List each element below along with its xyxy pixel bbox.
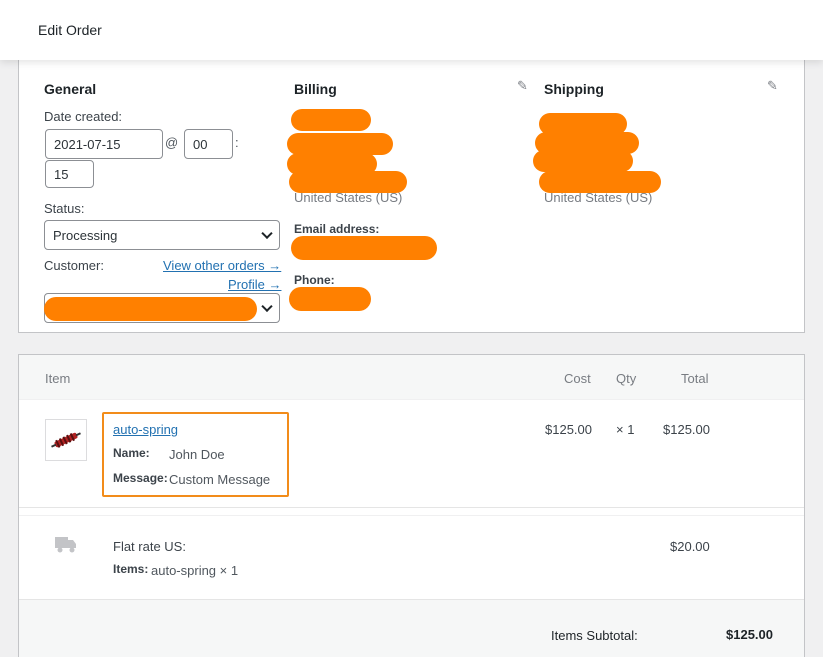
status-label: Status:: [44, 201, 85, 216]
row-divider: [19, 515, 804, 516]
redacted-shipping-city: [539, 171, 661, 193]
redacted-billing-city: [289, 171, 407, 193]
redacted-shipping-address: [533, 150, 633, 172]
order-items-panel: Item Cost Qty Total auto-spring Name: Jo…: [18, 354, 805, 657]
redacted-billing-name: [291, 109, 371, 131]
item-cost: $125.00: [545, 422, 592, 437]
redacted-customer: [44, 297, 257, 321]
items-table-header: Item Cost Qty Total: [19, 355, 804, 400]
shipping-method-name: Flat rate US:: [113, 539, 186, 554]
meta-value-name: John Doe: [169, 447, 225, 462]
status-value: Processing: [53, 227, 118, 243]
view-other-orders-link[interactable]: View other orders →: [163, 258, 281, 273]
hour-input[interactable]: 00: [184, 129, 233, 159]
pencil-icon[interactable]: ✎: [517, 78, 528, 94]
item-qty: × 1: [616, 422, 635, 437]
totals-section: Items Subtotal: $125.00: [19, 599, 804, 657]
top-bar: Edit Order: [0, 0, 823, 60]
chevron-down-icon: [261, 300, 273, 313]
time-colon: :: [235, 135, 239, 150]
minute-value: 15: [54, 166, 69, 182]
product-thumbnail: [45, 419, 87, 461]
status-select[interactable]: Processing: [44, 220, 280, 250]
hour-value: 00: [193, 136, 208, 152]
col-total: Total: [681, 371, 709, 386]
order-data-panel: General Date created: 2021-07-15 @ 00 : …: [18, 60, 805, 333]
billing-heading: Billing: [294, 81, 337, 97]
phone-label: Phone:: [294, 273, 335, 287]
customer-label: Customer:: [44, 258, 104, 273]
row-divider: [19, 507, 804, 508]
meta-value-message: Custom Message: [169, 472, 271, 487]
shipping-items-value: auto-spring × 1: [151, 563, 239, 578]
items-subtotal-label: Items Subtotal:: [551, 628, 638, 643]
spring-icon: [51, 432, 81, 448]
redacted-email: [291, 236, 437, 260]
shipping-total: $20.00: [670, 539, 710, 554]
at-sign: @: [165, 135, 179, 150]
date-created-value: 2021-07-15: [54, 136, 121, 152]
pencil-icon[interactable]: ✎: [767, 78, 778, 94]
redacted-phone: [289, 287, 371, 311]
minute-input[interactable]: 15: [45, 160, 94, 188]
shipping-items-label: Items:: [113, 562, 149, 576]
col-qty: Qty: [616, 371, 637, 386]
shipping-heading: Shipping: [544, 81, 604, 97]
date-created-input[interactable]: 2021-07-15: [45, 129, 163, 159]
page-title: Edit Order: [38, 22, 102, 38]
truck-icon: [55, 537, 76, 553]
chevron-down-icon: [261, 227, 273, 240]
meta-key-message: Message:: [113, 471, 168, 485]
general-heading: General: [44, 81, 97, 97]
col-item: Item: [45, 371, 71, 386]
product-name-link[interactable]: auto-spring: [113, 422, 178, 437]
customer-profile-link[interactable]: Profile →: [228, 277, 281, 292]
date-created-label: Date created:: [44, 109, 123, 124]
items-subtotal-value: $125.00: [726, 627, 773, 642]
redacted-billing-company: [287, 133, 393, 155]
col-cost: Cost: [564, 371, 591, 386]
item-total: $125.00: [663, 422, 710, 437]
meta-key-name: Name:: [113, 446, 150, 460]
email-label: Email address:: [294, 222, 380, 236]
